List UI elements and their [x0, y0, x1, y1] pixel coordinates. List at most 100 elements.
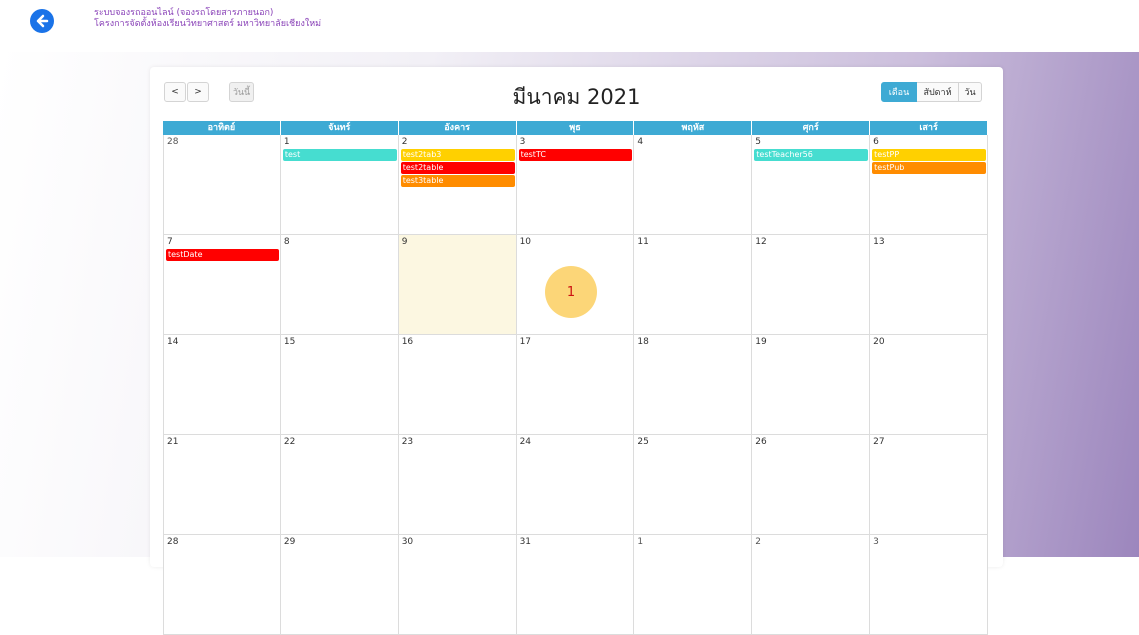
day-cell[interactable]: 23 — [398, 435, 517, 535]
day-number: 2 — [755, 537, 762, 547]
day-number: 13 — [873, 237, 885, 247]
day-number: 2 — [401, 137, 408, 147]
day-cell[interactable]: 2 test2tab3 test2table test3table — [398, 135, 517, 235]
event-chip[interactable]: test2table — [400, 162, 515, 174]
day-number: 15 — [283, 337, 296, 347]
day-cell[interactable]: 19 — [752, 335, 871, 435]
day-cell[interactable]: 2 — [752, 535, 871, 635]
day-number: 9 — [401, 237, 408, 247]
event-chip[interactable]: testTC — [518, 149, 633, 161]
day-cell[interactable]: 20 — [870, 335, 988, 435]
weekday-header: พฤหัส — [634, 121, 753, 135]
step-marker-label: 1 — [566, 284, 576, 300]
view-month-button[interactable]: เดือน — [881, 82, 917, 102]
day-number: 14 — [167, 337, 179, 347]
day-cell[interactable]: 28 — [163, 135, 281, 235]
day-cell[interactable]: 27 — [870, 435, 988, 535]
day-number: 17 — [519, 337, 532, 347]
day-cell[interactable]: 6 testPP testPub — [870, 135, 988, 235]
day-number: 1 — [283, 137, 290, 147]
day-cell[interactable]: 15 — [280, 335, 399, 435]
event-list: testDate — [166, 249, 279, 262]
day-cell[interactable]: 24 — [516, 435, 635, 535]
event-list: test2tab3 test2table test3table — [400, 149, 515, 188]
page-header: ระบบจองรถออนไลน์ (จองรถโดยสารภายนอก) โคร… — [0, 0, 1139, 52]
day-cell[interactable]: 17 — [516, 335, 635, 435]
weekday-header: จันทร์ — [280, 121, 399, 135]
day-cell[interactable]: 3 — [870, 535, 988, 635]
day-number: 20 — [873, 337, 885, 347]
day-cell[interactable]: 31 — [516, 535, 635, 635]
day-number: 23 — [401, 437, 414, 447]
day-number: 1 — [637, 537, 644, 547]
day-cell[interactable]: 4 — [634, 135, 753, 235]
day-number: 12 — [755, 237, 767, 247]
weekday-header: อาทิตย์ — [163, 121, 281, 135]
event-chip[interactable]: test3table — [400, 175, 515, 187]
day-cell[interactable]: 8 — [280, 235, 399, 335]
event-list: test — [282, 149, 397, 162]
month-grid: อาทิตย์ จันทร์ อังคาร พุธ พฤหัส ศุกร์ เสาร์ 28 1… — [163, 121, 988, 635]
day-cell[interactable]: 14 — [163, 335, 281, 435]
day-cell[interactable]: 22 — [280, 435, 399, 535]
event-chip[interactable]: testTeacher56 — [754, 149, 869, 161]
day-number: 19 — [755, 337, 767, 347]
day-number: 28 — [167, 537, 179, 547]
day-number: 31 — [519, 537, 532, 547]
day-number: 16 — [401, 337, 414, 347]
day-number: 11 — [637, 237, 649, 247]
event-chip[interactable]: testDate — [166, 249, 279, 261]
day-number: 4 — [637, 137, 644, 147]
event-chip[interactable]: test2tab3 — [400, 149, 515, 161]
day-cell[interactable]: 29 — [280, 535, 399, 635]
day-cell[interactable]: 13 — [870, 235, 988, 335]
day-cell[interactable]: 12 — [752, 235, 871, 335]
header-text: ระบบจองรถออนไลน์ (จองรถโดยสารภายนอก) โคร… — [94, 8, 321, 30]
calendar-title: มีนาคม 2021 — [512, 85, 641, 109]
view-week-label: สัปดาห์ — [923, 88, 952, 98]
event-chip[interactable]: testPP — [872, 149, 986, 161]
day-cell[interactable]: 1 — [634, 535, 753, 635]
event-list: testTeacher56 — [754, 149, 869, 162]
weekday-header: พุธ — [516, 121, 635, 135]
weekday-header: อังคาร — [398, 121, 517, 135]
day-number: 7 — [167, 237, 173, 247]
day-number: 30 — [401, 537, 414, 547]
view-day-label: วัน — [964, 88, 976, 98]
step-marker: 1 — [545, 266, 597, 318]
day-number: 3 — [519, 137, 526, 147]
day-cell[interactable]: 30 — [398, 535, 517, 635]
day-cell[interactable]: 26 — [752, 435, 871, 535]
header-subtitle: โครงการจัดตั้งห้องเรียนวิทยาศาสตร์ มหาวิ… — [94, 19, 322, 29]
event-list: testPP testPub — [872, 149, 986, 175]
event-chip[interactable]: test — [282, 149, 397, 161]
day-cell[interactable]: 9 — [398, 235, 517, 335]
day-cell[interactable]: 25 — [634, 435, 753, 535]
day-cell[interactable]: 1 test — [280, 135, 399, 235]
weekday-header: ศุกร์ — [752, 121, 871, 135]
event-chip[interactable]: testPub — [872, 162, 986, 174]
view-week-button[interactable]: สัปดาห์ — [917, 82, 959, 102]
day-cell[interactable]: 28 — [163, 535, 281, 635]
day-number: 29 — [283, 537, 296, 547]
day-number: 24 — [519, 437, 532, 447]
day-cell[interactable]: 16 — [398, 335, 517, 435]
back-button[interactable] — [30, 9, 54, 33]
day-cell[interactable]: 21 — [163, 435, 281, 535]
day-number: 21 — [167, 437, 179, 447]
day-cell[interactable]: 5 testTeacher56 — [752, 135, 871, 235]
day-cell[interactable]: 11 — [634, 235, 753, 335]
day-cell[interactable]: 7 testDate — [163, 235, 281, 335]
day-number: 3 — [873, 537, 879, 547]
view-day-button[interactable]: วัน — [959, 82, 982, 102]
header-title: ระบบจองรถออนไลน์ (จองรถโดยสารภายนอก) — [94, 8, 274, 18]
day-number: 10 — [519, 237, 532, 247]
view-switcher: เดือน สัปดาห์ วัน — [881, 82, 982, 102]
day-number: 25 — [637, 437, 649, 447]
day-number: 26 — [755, 437, 767, 447]
arrow-left-icon — [36, 14, 49, 28]
day-number: 22 — [283, 437, 296, 447]
day-cell[interactable]: 18 — [634, 335, 753, 435]
day-cell[interactable]: 3 testTC — [516, 135, 635, 235]
day-number: 8 — [283, 237, 290, 247]
